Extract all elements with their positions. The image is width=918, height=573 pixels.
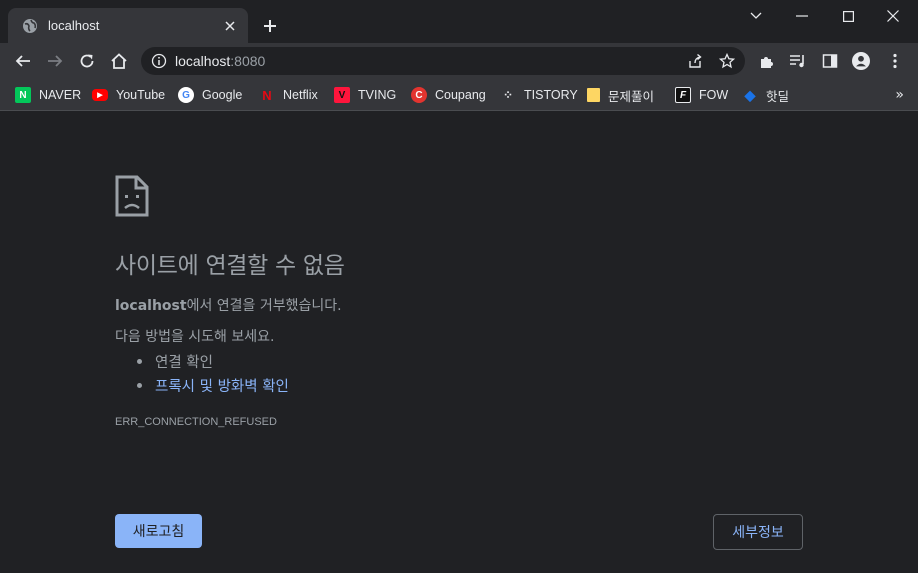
tab-strip: localhost <box>0 0 918 43</box>
site-info-icon[interactable] <box>151 53 167 69</box>
naver-icon: N <box>15 87 31 103</box>
tab-title: localhost <box>48 18 100 33</box>
bookmark-coupang[interactable]: C Coupang <box>411 84 486 106</box>
reload-button[interactable]: 새로고침 <box>115 514 202 548</box>
reload-icon[interactable] <box>75 49 99 73</box>
more-vert-icon[interactable] <box>886 52 904 70</box>
new-tab-button[interactable] <box>260 16 280 36</box>
bookmark-label: 핫딜 <box>766 89 790 104</box>
try-label: 다음 방법을 시도해 보세요. <box>115 329 275 345</box>
share-icon[interactable] <box>687 53 703 69</box>
minimize-button[interactable] <box>790 4 814 28</box>
bookmark-tistory[interactable]: ⁘ TISTORY <box>500 84 578 106</box>
bookmark-folder-problems[interactable]: 문제풀이 <box>587 84 654 106</box>
folder-icon <box>587 88 600 102</box>
bookmark-label: YouTube <box>116 88 166 102</box>
bookmark-label: Google <box>202 88 243 102</box>
bookmarks-overflow-button[interactable]: » <box>895 87 904 103</box>
star-icon[interactable] <box>719 53 735 69</box>
coupang-icon: C <box>411 87 427 103</box>
error-code: ERR_CONNECTION_REFUSED <box>115 416 277 428</box>
bookmark-naver[interactable]: N NAVER <box>15 84 81 106</box>
suggestion-text: 연결 확인 <box>155 354 213 371</box>
suggestion-list: 연결 확인 프록시 및 방화벽 확인 <box>137 349 289 397</box>
bookmark-label: FOW <box>699 88 729 102</box>
bookmark-tving[interactable]: V TVING <box>334 84 396 106</box>
bookmark-label: TVING <box>358 88 397 102</box>
back-button[interactable] <box>11 49 35 73</box>
bookmark-youtube[interactable]: ▶ YouTube <box>92 84 165 106</box>
bookmark-label: NAVER <box>39 88 82 102</box>
error-page: 사이트에 연결할 수 없음 localhost에서 연결을 거부했습니다. 다음… <box>0 112 918 573</box>
home-icon[interactable] <box>107 49 131 73</box>
details-button[interactable]: 세부정보 <box>713 514 803 550</box>
netflix-icon: N <box>262 87 272 103</box>
tving-icon: V <box>334 87 350 103</box>
media-control-icon[interactable] <box>789 52 807 70</box>
url-port: :8080 <box>230 53 266 69</box>
address-bar[interactable]: localhost:8080 <box>141 47 745 75</box>
forward-button[interactable] <box>43 49 67 73</box>
bookmark-google[interactable]: G Google <box>178 84 242 106</box>
fow-icon: F <box>675 87 691 103</box>
bookmark-fow[interactable]: F FOW <box>675 84 728 106</box>
bookmarks-bar: N NAVER ▶ YouTube G Google N Netflix V T… <box>0 79 918 111</box>
url-host: localhost <box>175 53 231 69</box>
chevron-down-icon[interactable] <box>744 4 768 28</box>
error-host: localhost <box>115 298 187 314</box>
toolbar: localhost:8080 <box>0 43 918 79</box>
suggestion-check-connection: 연결 확인 <box>137 349 289 373</box>
profile-avatar-icon[interactable] <box>852 52 870 70</box>
sad-page-icon <box>115 175 149 217</box>
side-panel-icon[interactable] <box>821 52 839 70</box>
tistory-icon: ⁘ <box>502 88 514 102</box>
error-description: localhost에서 연결을 거부했습니다. <box>115 295 342 315</box>
bookmark-netflix[interactable]: N Netflix <box>259 84 318 106</box>
error-title: 사이트에 연결할 수 없음 <box>115 253 345 279</box>
close-window-button[interactable] <box>881 4 905 28</box>
google-icon: G <box>178 87 194 103</box>
globe-icon <box>22 18 38 34</box>
youtube-icon: ▶ <box>92 89 108 101</box>
bookmark-label: TISTORY <box>524 88 578 102</box>
maximize-button[interactable] <box>836 4 860 28</box>
error-host-suffix: 에서 연결을 거부했습니다. <box>186 298 342 314</box>
extensions-icon[interactable] <box>758 52 776 70</box>
tab-localhost[interactable]: localhost <box>8 8 248 43</box>
bookmark-label: Netflix <box>283 88 318 102</box>
bookmark-label: 문제풀이 <box>608 89 655 104</box>
suggestion-check-proxy-firewall[interactable]: 프록시 및 방화벽 확인 <box>137 373 289 397</box>
bookmark-hotdeal[interactable]: ◆ 핫딜 <box>742 84 789 106</box>
suggestion-link[interactable]: 프록시 및 방화벽 확인 <box>155 375 289 396</box>
bullet <box>137 382 142 388</box>
hotdeal-icon: ◆ <box>744 86 756 103</box>
bullet <box>137 358 142 364</box>
close-tab-icon[interactable] <box>222 18 238 34</box>
bookmark-label: Coupang <box>435 88 486 102</box>
